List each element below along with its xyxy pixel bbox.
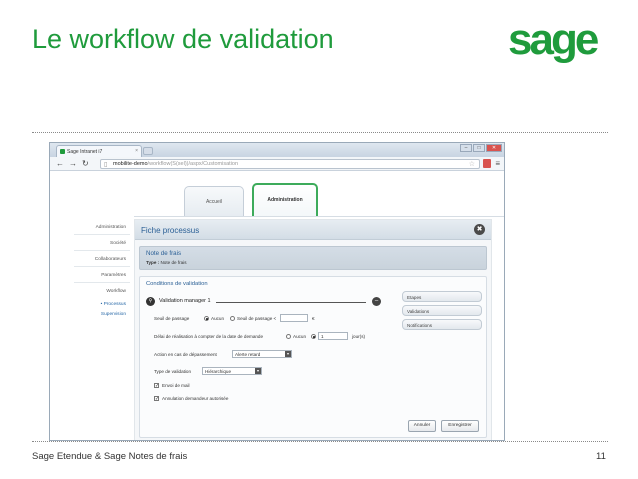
seuil-value-radio[interactable] xyxy=(230,316,235,321)
browser-toolbar: ← → ↻ ▯ mobilite-demo/workflow(S(sel))/a… xyxy=(50,157,504,171)
browser-tab-bar: Sage Intranet i7 × – □ ✕ xyxy=(50,143,504,157)
url-path: /workflow(S(sel))/aspx/Customisation xyxy=(147,161,239,167)
type-value: Note de frais xyxy=(160,260,187,265)
seuil-value-label: Seuil de passage < xyxy=(237,316,277,321)
browser-menu-icon[interactable]: ≡ xyxy=(495,159,500,168)
back-arrow-icon[interactable]: ← xyxy=(56,159,64,169)
annulation-checkbox[interactable]: ✓ xyxy=(154,396,159,402)
fiche-processus-panel: Fiche processus ✖ Note de frais Type : N… xyxy=(134,219,492,440)
seuil-aucun-radio[interactable] xyxy=(204,316,209,321)
validations-button[interactable]: Validations xyxy=(402,305,482,316)
sidebar-item-collaborateurs[interactable]: Collaborateurs xyxy=(74,251,130,267)
sidebar-item-societe[interactable]: Société xyxy=(74,235,130,251)
chevron-down-icon: ▾ xyxy=(285,351,291,357)
panel-title: Fiche processus xyxy=(141,226,200,235)
sidebar-subitem-processus-label: Processus xyxy=(103,302,126,307)
bookmark-star-icon[interactable]: ☆ xyxy=(469,160,475,168)
delai-unit: jour(s) xyxy=(352,334,366,339)
manager-divider xyxy=(216,302,366,303)
page-number: 11 xyxy=(596,451,606,462)
sidebar-subitem-supervision[interactable]: Supervision xyxy=(74,309,130,319)
sidebar-item-administration[interactable]: Administration xyxy=(74,219,130,235)
chevron-down-icon: ▾ xyxy=(255,368,261,374)
envoi-mail-checkbox[interactable]: ✓ xyxy=(154,383,159,389)
minimize-button[interactable]: – xyxy=(460,144,472,152)
browser-window: Sage Intranet i7 × – □ ✕ ← → ↻ ▯ mobilit… xyxy=(49,142,505,441)
notifications-button[interactable]: Notifications xyxy=(402,319,482,330)
type-validation-value: Hiérarchique xyxy=(205,369,232,374)
etapes-button[interactable]: Etapes xyxy=(402,291,482,302)
browser-tab-title: Sage Intranet i7 xyxy=(67,149,103,155)
maximize-button[interactable]: □ xyxy=(473,144,485,152)
url-host: mobilite-demo xyxy=(113,161,148,167)
sage-logo: sage xyxy=(508,15,599,64)
type-label: Type : xyxy=(146,260,160,265)
top-divider xyxy=(32,132,608,133)
window-controls: – □ ✕ xyxy=(460,144,502,152)
note-box: Note de frais Type : Note de frais xyxy=(139,246,487,270)
browser-tab[interactable]: Sage Intranet i7 × xyxy=(56,145,142,157)
seuil-input[interactable] xyxy=(280,314,308,322)
conditions-box: Conditions de validation ⚲ Validation ma… xyxy=(139,276,487,438)
validation-manager-row: ⚲ Validation manager 1 – xyxy=(146,297,382,307)
annulation-label: Annulation demandeur autorisée xyxy=(162,396,229,401)
delai-value-radio[interactable] xyxy=(311,334,316,339)
address-bar[interactable]: ▯ mobilite-demo/workflow(S(sel))/aspx/Cu… xyxy=(100,159,480,169)
collapse-icon[interactable]: – xyxy=(372,297,381,306)
favicon-icon xyxy=(60,149,65,154)
sidebar-item-workflow[interactable]: Workflow xyxy=(74,283,130,299)
tab-administration[interactable]: Administration xyxy=(252,183,318,217)
page-icon: ▯ xyxy=(104,162,108,168)
slide-footer: Sage Etendue & Sage Notes de frais xyxy=(32,451,188,462)
seuil-aucun-label: Aucun xyxy=(211,316,225,321)
action-select[interactable]: Alerte retard ▾ xyxy=(232,350,292,358)
bottom-divider xyxy=(32,441,608,442)
seuil-label: Seuil de passage xyxy=(154,316,190,321)
new-tab-button[interactable] xyxy=(143,147,153,155)
tab-close-icon[interactable]: × xyxy=(135,148,138,154)
slide-title: Le workflow de validation xyxy=(32,24,334,54)
conditions-title: Conditions de validation xyxy=(146,281,208,287)
action-label: Action en cas de dépassement xyxy=(154,352,217,357)
note-type: Type : Note de frais xyxy=(146,260,187,265)
cancel-button[interactable]: Annuler xyxy=(408,420,436,432)
app-tabs: Accueil Administration xyxy=(134,183,504,223)
app-content: Accueil Administration Administration So… xyxy=(50,171,504,440)
delai-input[interactable]: 1 xyxy=(318,332,348,340)
window-close-button[interactable]: ✕ xyxy=(486,144,502,152)
tabs-baseline xyxy=(134,216,504,217)
note-title: Note de frais xyxy=(146,250,182,257)
seuil-unit: € xyxy=(312,316,315,321)
validation-manager-label: Validation manager 1 xyxy=(159,298,211,304)
delai-label: Délai de réalisation à compter de la dat… xyxy=(154,334,264,339)
delai-aucun-radio[interactable] xyxy=(286,334,291,339)
panel-header: Fiche processus ✖ xyxy=(135,220,491,240)
bullet-icon: • xyxy=(100,302,103,307)
side-actions: Etapes Validations Notifications xyxy=(402,291,482,333)
search-icon[interactable]: ⚲ xyxy=(146,297,155,306)
extension-shield-icon[interactable] xyxy=(483,159,491,168)
type-validation-select[interactable]: Hiérarchique ▾ xyxy=(202,367,262,375)
action-select-value: Alerte retard xyxy=(235,352,261,357)
save-button[interactable]: Enregistrer xyxy=(441,420,479,432)
tab-accueil[interactable]: Accueil xyxy=(184,186,244,216)
sidebar: Administration Société Collaborateurs Pa… xyxy=(74,219,130,319)
panel-close-icon[interactable]: ✖ xyxy=(474,224,485,235)
reload-icon[interactable]: ↻ xyxy=(82,159,89,169)
sidebar-item-parametres[interactable]: Paramètres xyxy=(74,267,130,283)
delai-aucun-label: Aucun xyxy=(293,334,307,339)
envoi-mail-label: Envoi de mail xyxy=(162,383,190,388)
forward-arrow-icon[interactable]: → xyxy=(69,159,77,169)
sidebar-subitem-processus[interactable]: • Processus xyxy=(74,299,130,309)
type-validation-label: Type de validation xyxy=(154,369,192,374)
